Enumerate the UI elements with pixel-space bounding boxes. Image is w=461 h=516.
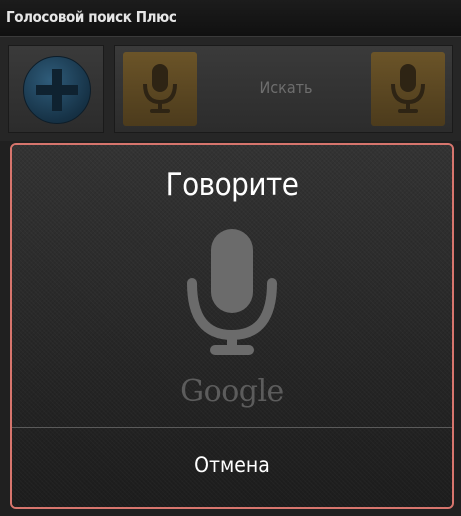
microphone-icon [143,64,177,113]
title-bar: Голосовой поиск Плюс [0,0,461,37]
dialog-body: Говорите Google Отмена [12,145,452,507]
cancel-label: Отмена [194,453,270,477]
cancel-button[interactable]: Отмена [12,428,452,507]
plus-circle-icon [23,56,91,124]
mic-button-right[interactable] [371,52,445,126]
search-label: Искать [259,78,313,97]
mic-button-left[interactable] [123,52,197,126]
google-logo: Google [180,374,284,409]
app-title: Голосовой поиск Плюс [6,8,177,26]
speech-dialog: Говорите Google Отмена [10,143,454,509]
search-bar[interactable]: Искать [114,45,453,133]
voice-search-app: Голосовой поиск Плюс Искать Говорите Goo… [0,0,461,516]
add-button[interactable] [8,45,104,133]
dialog-title: Говорите [165,167,299,203]
toolbar: Искать [0,37,461,141]
microphone-icon [391,64,425,113]
microphone-icon [187,229,277,355]
